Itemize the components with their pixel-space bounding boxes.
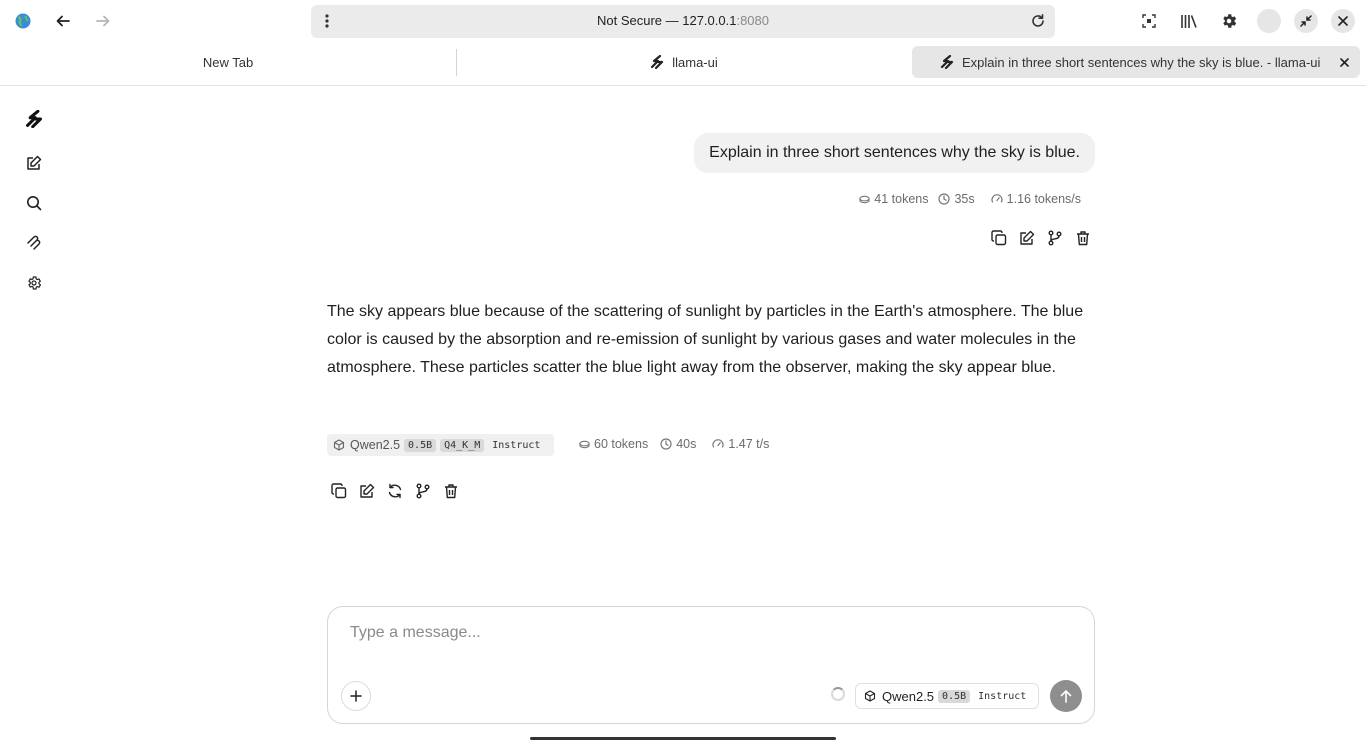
tab-label: Explain in three short sentences why the… xyxy=(962,54,1321,70)
model-name: Qwen2.5 xyxy=(350,438,401,452)
add-attachment-button[interactable] xyxy=(341,681,371,711)
token-count: 41 tokens xyxy=(859,192,928,206)
send-button[interactable] xyxy=(1050,680,1082,712)
token-count: 60 tokens xyxy=(579,437,648,451)
url-text: Not Secure — 127.0.0.1:8080 xyxy=(596,13,770,28)
message-composer: Qwen2.5 0.5B Instruct xyxy=(327,606,1095,724)
model-badge: Qwen2.5 0.5B Q4_K_M Instruct xyxy=(327,434,555,456)
library-icon[interactable] xyxy=(1177,9,1201,33)
close-window-icon[interactable] xyxy=(1331,9,1355,33)
gauge-icon xyxy=(712,439,724,448)
user-message-stats: 41 tokens 35s 1.16 tokens/s xyxy=(859,192,1081,206)
elapsed-time: 40s xyxy=(660,437,696,451)
loading-spinner-icon xyxy=(831,687,845,701)
trash-icon[interactable] xyxy=(437,479,465,503)
user-message-actions xyxy=(985,226,1097,250)
tab-new-tab[interactable]: New Tab xyxy=(0,46,456,78)
clock-icon xyxy=(938,193,951,205)
tab-label: llama-ui xyxy=(672,54,718,70)
assistant-message-stats: 60 tokens 40s 1.47 t/s xyxy=(579,437,769,451)
model-selector[interactable]: Qwen2.5 0.5B Instruct xyxy=(855,683,1040,709)
package-icon xyxy=(333,439,345,451)
branch-icon[interactable] xyxy=(1041,226,1069,250)
assistant-message-text: The sky appears blue because of the scat… xyxy=(327,303,1084,376)
user-message-text: Explain in three short sentences why the… xyxy=(709,144,1080,161)
variant-badge: Instruct xyxy=(978,690,1027,702)
browser-toolbar: Not Secure — 127.0.0.1:8080 xyxy=(0,0,1366,42)
model-name: Qwen2.5 xyxy=(882,688,935,704)
variant-badge: Instruct xyxy=(492,439,541,451)
plus-icon xyxy=(350,690,362,702)
model-size-badge: 0.5B xyxy=(938,689,971,703)
llama-logo-icon xyxy=(651,55,664,69)
tab-llama-ui[interactable]: llama-ui xyxy=(457,46,911,78)
model-size-badge: 0.5B xyxy=(404,438,437,452)
token-speed: 1.16 tokens/s xyxy=(991,192,1081,206)
branch-icon[interactable] xyxy=(409,479,437,503)
token-speed: 1.47 t/s xyxy=(712,437,769,451)
restore-window-icon[interactable] xyxy=(1294,9,1318,33)
back-arrow-icon[interactable] xyxy=(51,9,75,33)
llama-logo-icon xyxy=(940,55,954,69)
message-input[interactable] xyxy=(348,621,1052,645)
quant-badge: Q4_K_M xyxy=(440,438,485,452)
tab-active-chat[interactable]: Explain in three short sentences why the… xyxy=(912,46,1360,78)
tokens-icon xyxy=(579,440,590,448)
tab-close-icon[interactable] xyxy=(1336,54,1352,70)
mcp-icon[interactable] xyxy=(24,233,44,253)
copy-icon[interactable] xyxy=(985,226,1013,250)
account-avatar[interactable] xyxy=(1257,9,1281,33)
edit-icon[interactable] xyxy=(353,479,381,503)
gear-icon[interactable] xyxy=(1217,9,1241,33)
extensions-grid-icon[interactable] xyxy=(1137,9,1161,33)
forward-arrow-icon[interactable] xyxy=(91,9,115,33)
regenerate-icon[interactable] xyxy=(381,479,409,503)
new-chat-icon[interactable] xyxy=(24,153,44,173)
search-icon[interactable] xyxy=(24,193,44,213)
gauge-icon xyxy=(991,194,1003,203)
package-icon xyxy=(864,690,876,702)
assistant-message-actions xyxy=(325,479,465,503)
edit-icon[interactable] xyxy=(1013,226,1041,250)
copy-icon[interactable] xyxy=(325,479,353,503)
tab-strip: New Tab llama-ui Explain in three short … xyxy=(0,42,1366,86)
tokens-icon xyxy=(859,195,870,203)
settings-icon[interactable] xyxy=(24,273,44,293)
tab-label: New Tab xyxy=(202,54,254,70)
trash-icon[interactable] xyxy=(1069,226,1097,250)
user-message-bubble: Explain in three short sentences why the… xyxy=(694,133,1095,173)
llama-logo-icon[interactable] xyxy=(24,109,44,129)
clock-icon xyxy=(660,438,672,450)
url-bar[interactable]: Not Secure — 127.0.0.1:8080 xyxy=(311,5,1055,38)
globe-icon xyxy=(11,9,35,33)
arrow-up-icon xyxy=(1060,689,1072,703)
elapsed-time: 35s xyxy=(938,192,975,206)
reload-icon[interactable] xyxy=(1030,13,1046,29)
